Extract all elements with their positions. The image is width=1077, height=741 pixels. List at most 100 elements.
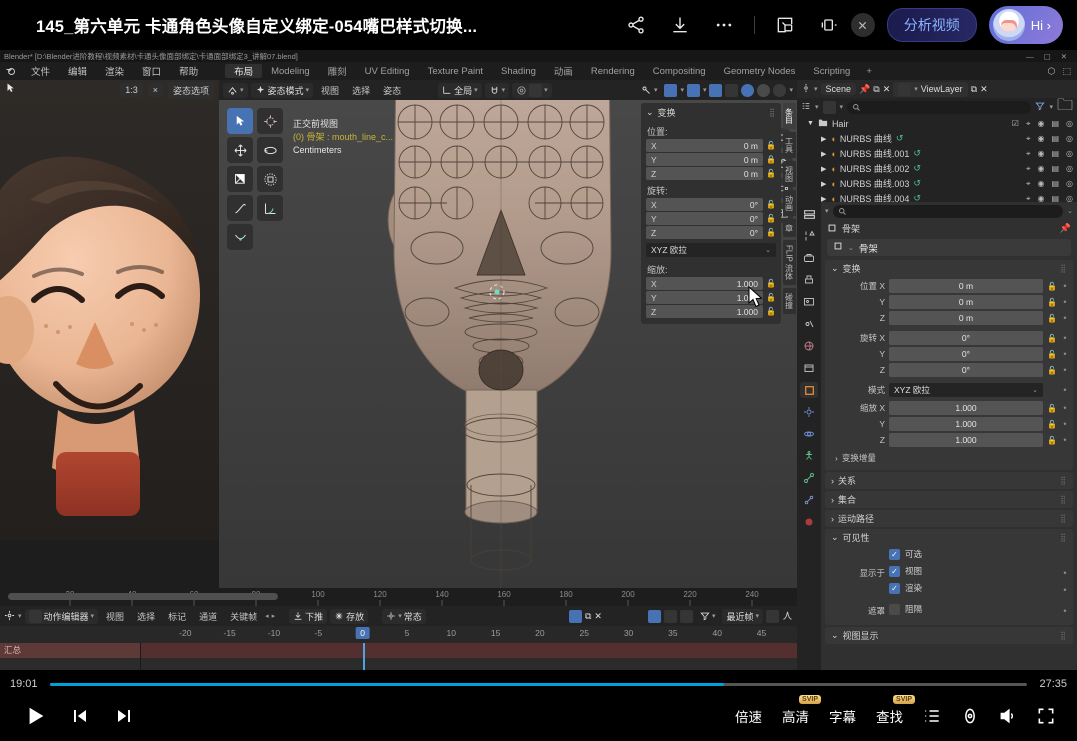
menu-render[interactable]: 渲染 (96, 64, 133, 78)
animate-property-icon[interactable]: • (1061, 435, 1069, 445)
workspace-tab-texture-paint[interactable]: Texture Paint (419, 66, 492, 77)
prop-rotation-x[interactable]: 旋转 X 0° 🔓 • (829, 331, 1069, 345)
tab-output-icon[interactable] (800, 272, 818, 288)
selectable-icon[interactable]: ⌖ (1026, 134, 1031, 144)
viewport-gizmo-toggle[interactable]: ▾ (636, 83, 662, 98)
properties-options-icon[interactable]: ⌄ (1067, 207, 1073, 215)
scene-selector[interactable]: Scene (821, 83, 857, 95)
npanel-tab-tool[interactable]: 工具 (783, 132, 796, 158)
workspace-tab-modeling[interactable]: Modeling (262, 66, 319, 77)
breakdowner-icon[interactable] (227, 224, 253, 250)
play-button[interactable] (14, 696, 58, 736)
push-down-button[interactable]: 下推 (289, 609, 327, 624)
lock-open-icon[interactable]: 🔓 (1047, 334, 1057, 343)
disable-in-viewport-icon[interactable]: ▤ (1051, 149, 1059, 158)
disable-in-viewport-icon[interactable]: ▤ (1051, 179, 1059, 188)
npanel-location-y[interactable]: Y0 m 🔒 (641, 153, 781, 167)
viewport-menu-view[interactable]: 视图 (316, 84, 344, 97)
new-action-icon[interactable]: ⧉ (585, 611, 591, 622)
transform-orientation-selector[interactable]: 全局 ▾ (438, 83, 482, 98)
tab-modifiers-icon[interactable] (800, 404, 818, 420)
shading-rendered-icon[interactable] (773, 84, 786, 97)
viewport-horizontal-scrollbar-area[interactable]: 20406080100120140160180200220240 (0, 588, 797, 606)
menu-file[interactable]: 文件 (22, 64, 59, 78)
hide-in-viewport-icon[interactable]: ◉ (1037, 119, 1044, 128)
outliner-row-curve-1[interactable]: ▶ ◖ NURBS 曲线.001 ↺ ⌖ ◉ ▤ ◎ (797, 146, 1077, 161)
maximize-icon[interactable]: ▢ (1044, 52, 1051, 61)
animate-property-icon[interactable]: • (1061, 313, 1069, 323)
relations-header[interactable]: › 关系 ⣿ (825, 472, 1073, 489)
checkbox-icon[interactable]: ✓ (889, 549, 900, 560)
new-viewlayer-icon[interactable]: ⧉ (971, 84, 977, 95)
npanel-tab-item[interactable]: 条目 (783, 103, 796, 129)
workspace-tab-animation[interactable]: 动画 (545, 64, 582, 78)
disable-in-render-icon[interactable]: ◎ (1066, 134, 1073, 143)
camera-preview-pane[interactable]: 1:3 × 姿态选项 (0, 80, 219, 540)
menu-edit[interactable]: 编辑 (59, 64, 96, 78)
disclosure-triangle-icon[interactable]: ▶ (821, 150, 826, 158)
field-value[interactable]: 1.000 (889, 433, 1043, 447)
gizmo-icon[interactable] (664, 84, 677, 97)
delete-scene-icon[interactable]: ✕ (883, 84, 891, 95)
viewport-menu-select[interactable]: 选择 (347, 84, 375, 97)
browse-action-next-icon[interactable]: ▸ (272, 612, 276, 620)
checkbox-icon[interactable]: ✓ (889, 583, 900, 594)
lock-open-icon[interactable]: 🔓 (766, 279, 776, 288)
playhead[interactable] (363, 643, 365, 670)
close-icon[interactable] (851, 13, 875, 37)
hide-in-viewport-icon[interactable]: ◉ (1037, 164, 1044, 173)
lock-open-icon[interactable]: 🔓 (1047, 366, 1057, 375)
fullscreen-icon[interactable] (1029, 698, 1063, 734)
prop-location-z[interactable]: Z 0 m 🔓 • (829, 311, 1069, 325)
viewlayer-selector[interactable]: ▾ ViewLayer (893, 82, 967, 97)
outliner-row-curve-3[interactable]: ▶ ◖ NURBS 曲线.003 ↺ ⌖ ◉ ▤ ◎ (797, 176, 1077, 191)
prop-rotation-mode[interactable]: 模式 XYZ 欧拉⌄ • (829, 383, 1069, 397)
animate-property-icon[interactable]: • (1061, 281, 1069, 291)
browse-action-prev-icon[interactable]: ◂ (265, 612, 269, 620)
editor-type-button[interactable]: ▾ (223, 83, 248, 98)
nearest-frame-selector[interactable]: 最近帧 ▾ (722, 609, 763, 624)
cursor-icon[interactable] (257, 108, 283, 134)
workspace-tab-shading[interactable]: Shading (492, 66, 545, 77)
rotate-icon[interactable] (257, 137, 283, 163)
scene-icon[interactable]: ⬡ (1048, 66, 1056, 77)
prop-scale-z[interactable]: Z 1.000 🔓 • (829, 433, 1069, 447)
menu-help[interactable]: 帮助 (170, 64, 207, 78)
workspace-tab-compositing[interactable]: Compositing (644, 66, 715, 77)
tab-view-layer-icon[interactable] (800, 294, 818, 310)
lock-open-icon[interactable]: 🔓 (1047, 350, 1057, 359)
show-errors-icon[interactable] (680, 610, 693, 623)
outliner-row-hair[interactable]: ▼ Hair ☑ ⌖ ◉ ▤ ◎ (797, 116, 1077, 131)
disclosure-triangle-icon[interactable]: ▶ (821, 135, 826, 143)
transform-section-header[interactable]: ⌄ 变换 ⣿ (825, 260, 1073, 277)
field-value[interactable]: 0 m (889, 279, 1043, 293)
disclosure-triangle-icon[interactable]: ▶ (821, 180, 826, 188)
dope-menu-key[interactable]: 关键帧 (225, 610, 262, 623)
tab-render-icon[interactable] (800, 250, 818, 266)
hide-in-viewport-icon[interactable]: ◉ (1037, 149, 1044, 158)
collections-section[interactable]: › 集合 ⣿ (825, 491, 1073, 508)
tab-world-icon[interactable] (800, 338, 818, 354)
workspace-add-button[interactable]: + (859, 66, 879, 77)
outliner-row-curve-2[interactable]: ▶ ◖ NURBS 曲线.002 ↺ ⌖ ◉ ▤ ◎ (797, 161, 1077, 176)
lock-open-icon[interactable]: 🔓 (766, 228, 776, 237)
editor-type-icon[interactable] (4, 610, 15, 623)
lock-open-icon[interactable]: 🔓 (1047, 282, 1057, 291)
outliner-search-input[interactable] (847, 101, 1031, 114)
selectable-icon[interactable]: ⌖ (1026, 164, 1031, 174)
share-icon[interactable] (614, 3, 658, 47)
download-icon[interactable] (658, 3, 702, 47)
workspace-tab-scripting[interactable]: Scripting (804, 66, 859, 77)
lock-open-icon[interactable]: 🔓 (766, 141, 776, 150)
lock-open-icon[interactable]: 🔓 (1047, 298, 1057, 307)
shading-wireframe-icon[interactable] (725, 84, 738, 97)
prop-show-in-viewport[interactable]: 显示于 ✓ 视图 • (829, 565, 1069, 580)
annotate-icon[interactable] (227, 195, 253, 221)
tab-armature-data-icon[interactable] (800, 470, 818, 486)
npanel-tab-collision[interactable]: 碰撞 (783, 288, 796, 314)
outliner-filter-icon[interactable] (1035, 98, 1045, 116)
tab-scene-icon[interactable] (800, 316, 818, 332)
transform-icon[interactable] (257, 166, 283, 192)
dope-menu-view[interactable]: 视图 (101, 610, 129, 623)
field-value[interactable]: 1.000 (889, 417, 1043, 431)
